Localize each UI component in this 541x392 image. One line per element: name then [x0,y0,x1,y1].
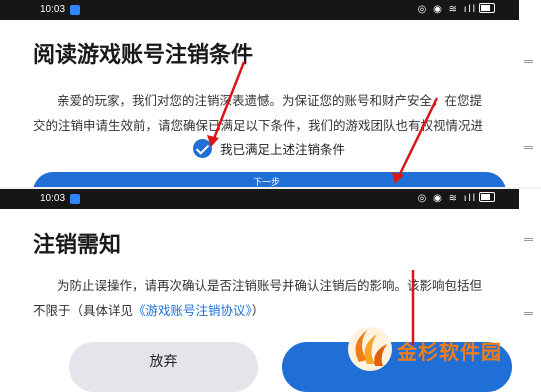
watermark-logo-icon [348,327,392,371]
annotation-arrow-button [392,97,439,184]
annotation-arrows [207,61,439,345]
annotation-arrow-checkbox [207,61,246,147]
watermark-text: 金杉软件园 [397,340,502,364]
